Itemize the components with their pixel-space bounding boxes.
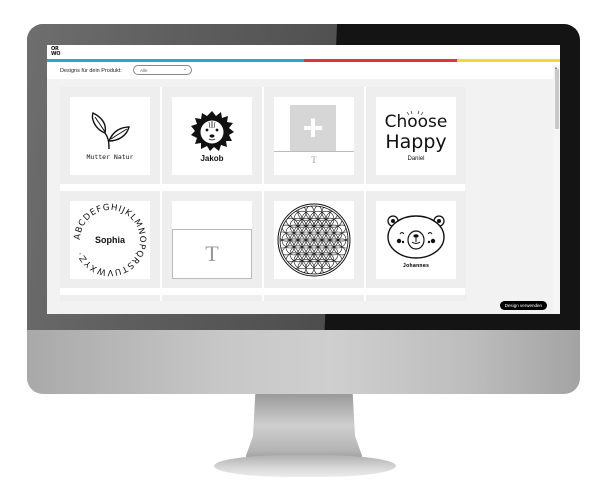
image-text-template: + T	[274, 97, 354, 175]
filter-row: Designs für dein Produkt: Alle ⌄	[47, 62, 560, 79]
scrollbar-thumb[interactable]	[554, 69, 559, 129]
orwo-logo[interactable]: OR WO	[51, 47, 60, 57]
design-caption: Mutter Natur	[86, 153, 134, 161]
design-tile-partial[interactable]	[264, 295, 364, 301]
product-filter-select[interactable]: Alle ⌄	[133, 65, 192, 75]
choose-happy-icon: Choose Happy	[385, 110, 448, 153]
design-tile-alphabet-circle[interactable]: ABCDEFGHIJKLMNOPQRSTUVWXYZ· Sophia	[60, 191, 160, 288]
design-tile-partial[interactable]	[162, 295, 262, 301]
design-caption: Sophia	[95, 235, 126, 245]
design-tile-custom-text[interactable]: T	[162, 191, 262, 288]
lion-icon	[191, 110, 234, 151]
design-caption: Jakob	[200, 153, 224, 163]
logo-line-2: WO	[51, 51, 61, 57]
design-tile-choose-happy[interactable]: Choose Happy Daniel	[366, 87, 466, 184]
divider	[274, 151, 354, 152]
imac-mockup: OR WO Designs für dein Produkt: Alle ⌄ M…	[0, 0, 607, 500]
design-title-line-2: Happy	[385, 131, 446, 153]
design-caption: Daniel	[407, 156, 425, 162]
app-header: OR WO	[47, 45, 560, 59]
text-placeholder: T	[311, 155, 317, 165]
use-design-button[interactable]: Design verwenden	[499, 301, 547, 310]
bear-icon	[387, 215, 445, 259]
design-tile-custom-image-text[interactable]: + T	[264, 87, 364, 184]
text-template: T	[172, 201, 252, 279]
design-gallery: Mutter Natur Jakob + T Choose Happy Dani…	[47, 79, 553, 314]
monitor-chin	[27, 330, 580, 394]
design-grid: Mutter Natur Jakob + T Choose Happy Dani…	[60, 87, 466, 301]
design-tile-flower-of-life[interactable]	[264, 191, 364, 288]
leaves-icon	[91, 112, 130, 150]
design-tile-partial[interactable]	[366, 295, 466, 301]
monitor-stand-neck	[246, 394, 362, 464]
filter-label: Designs für dein Produkt:	[60, 68, 122, 74]
flower-of-life-icon	[277, 203, 351, 277]
app-screen: OR WO Designs für dein Produkt: Alle ⌄ M…	[47, 45, 560, 314]
text-icon: T	[172, 229, 252, 279]
plus-icon: +	[290, 105, 336, 151]
filter-selected-value: Alle	[140, 68, 148, 73]
vertical-scrollbar[interactable]: ▲	[553, 65, 560, 314]
design-caption: Johannes	[402, 263, 430, 269]
design-tile-bear[interactable]: Johannes	[366, 191, 466, 288]
chevron-down-icon: ⌄	[182, 66, 187, 72]
design-tile-partial[interactable]	[60, 295, 160, 301]
design-title-line-1: Choose	[385, 112, 448, 132]
monitor-stand-foot	[214, 455, 396, 477]
design-tile-jakob[interactable]: Jakob	[162, 87, 262, 184]
design-tile-mutter-natur[interactable]: Mutter Natur	[60, 87, 160, 184]
alphabet-ring-icon: ABCDEFGHIJKLMNOPQRSTUVWXYZ· Sophia	[73, 203, 146, 277]
